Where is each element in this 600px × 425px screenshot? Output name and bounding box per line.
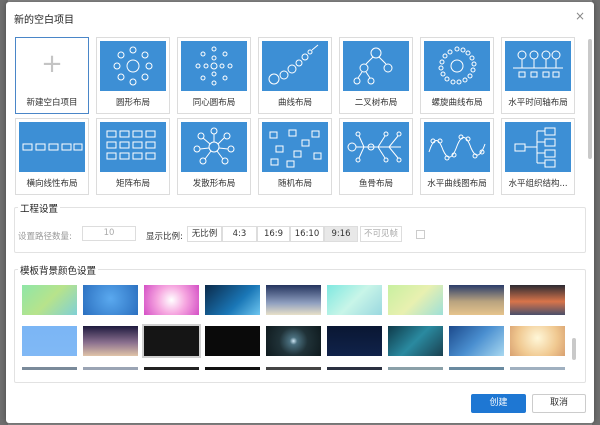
- dialog-title: 新的空白项目: [14, 15, 74, 26]
- background-swatch[interactable]: [388, 285, 443, 315]
- template-gallery: + 新建空白项目 圆形布局 同心圆布局 曲线布局 二叉树布局 螺旋曲线布局 水平…: [12, 35, 584, 195]
- create-button[interactable]: 创建: [471, 394, 526, 413]
- new-project-dialog: 新的空白项目 × + 新建空白项目 圆形布局 同心圆布局 曲线布局 二叉树布局 …: [6, 2, 594, 423]
- template-curve[interactable]: 曲线布局: [258, 37, 332, 114]
- template-thumb: +: [19, 41, 85, 91]
- project-settings-title: 工程设置: [18, 201, 61, 215]
- background-swatch[interactable]: [510, 285, 565, 315]
- horizontal-timeline-icon: [505, 41, 571, 91]
- ratio-option-none[interactable]: 无比例: [187, 226, 222, 242]
- close-icon[interactable]: ×: [575, 9, 585, 23]
- template-binary-tree[interactable]: 二叉树布局: [339, 37, 413, 114]
- ratio-option-16-9[interactable]: 16:9: [257, 226, 290, 242]
- template-label: 横向线性布局: [26, 179, 78, 189]
- template-label: 矩阵布局: [115, 179, 150, 189]
- background-swatch-partial[interactable]: [510, 367, 565, 370]
- cancel-button[interactable]: 取消: [532, 394, 586, 413]
- ratio-option-4-3[interactable]: 4:3: [222, 226, 257, 242]
- template-label: 随机布局: [277, 179, 312, 189]
- spiral-layout-icon: [424, 41, 490, 91]
- background-swatch[interactable]: [144, 285, 199, 315]
- concentric-layout-icon: [181, 41, 247, 91]
- template-horizontal-timeline[interactable]: 水平时间轴布局: [501, 37, 575, 114]
- background-swatch-partial[interactable]: [83, 367, 138, 370]
- plus-icon: +: [41, 49, 63, 79]
- ratio-option-16-10[interactable]: 16:10: [290, 226, 324, 242]
- path-depth-label: 设置路径数量:: [18, 232, 72, 242]
- template-horizontal-linear[interactable]: 横向线性布局: [15, 118, 89, 195]
- template-org-chart[interactable]: 水平组织结构...: [501, 118, 575, 195]
- ratio-label: 显示比例:: [146, 232, 183, 242]
- background-swatch[interactable]: [449, 326, 504, 356]
- background-swatch[interactable]: [327, 285, 382, 315]
- background-swatch[interactable]: [22, 326, 77, 356]
- template-spiral[interactable]: 螺旋曲线布局: [420, 37, 494, 114]
- fishbone-layout-icon: [343, 122, 409, 172]
- background-swatch-partial[interactable]: [144, 367, 199, 370]
- circular-layout-icon: [100, 41, 166, 91]
- template-label: 螺旋曲线布局: [431, 98, 483, 108]
- background-swatch[interactable]: [449, 285, 504, 315]
- invisible-frame-label: 不可见帧: [360, 226, 402, 242]
- template-label: 二叉树布局: [354, 98, 398, 108]
- background-swatch-partial[interactable]: [266, 367, 321, 370]
- matrix-layout-icon: [100, 122, 166, 172]
- template-label: 曲线布局: [277, 98, 312, 108]
- curve-layout-icon: [262, 41, 328, 91]
- background-swatch[interactable]: [266, 326, 321, 356]
- background-swatch-partial[interactable]: [205, 367, 260, 370]
- template-circular[interactable]: 圆形布局: [96, 37, 170, 114]
- background-swatch[interactable]: [327, 326, 382, 356]
- background-swatch[interactable]: [83, 285, 138, 315]
- background-swatch[interactable]: [22, 285, 77, 315]
- template-matrix[interactable]: 矩阵布局: [96, 118, 170, 195]
- background-swatch-partial[interactable]: [449, 367, 504, 370]
- template-horizontal-curve[interactable]: 水平曲线图布局: [420, 118, 494, 195]
- org-chart-icon: [505, 122, 571, 172]
- template-label: 发散形布局: [192, 179, 236, 189]
- template-label: 圆形布局: [115, 98, 150, 108]
- template-label: 水平时间轴布局: [508, 98, 568, 108]
- background-swatch-partial[interactable]: [22, 367, 77, 370]
- background-swatch-partial[interactable]: [327, 367, 382, 370]
- background-swatch[interactable]: [205, 285, 260, 315]
- template-random[interactable]: 随机布局: [258, 118, 332, 195]
- template-label: 同心圆布局: [192, 98, 236, 108]
- template-concentric[interactable]: 同心圆布局: [177, 37, 251, 114]
- radial-layout-icon: [181, 122, 247, 172]
- template-scrollbar[interactable]: [588, 39, 592, 159]
- invisible-frame-checkbox[interactable]: [416, 230, 425, 239]
- binary-tree-layout-icon: [343, 41, 409, 91]
- horizontal-curve-icon: [424, 122, 490, 172]
- background-swatch[interactable]: [266, 285, 321, 315]
- template-label: 新建空白项目: [26, 98, 78, 108]
- swatch-scrollbar[interactable]: [572, 338, 576, 360]
- background-swatch[interactable]: [83, 326, 138, 356]
- random-layout-icon: [262, 122, 328, 172]
- background-settings-title: 模板背景颜色设置: [18, 263, 99, 277]
- horizontal-linear-icon: [19, 122, 85, 172]
- background-swatch[interactable]: [388, 326, 443, 356]
- ratio-option-9-16[interactable]: 9:16: [324, 226, 358, 242]
- path-depth-input[interactable]: 10: [82, 226, 136, 241]
- template-fishbone[interactable]: 鱼骨布局: [339, 118, 413, 195]
- background-swatch[interactable]: [510, 326, 565, 356]
- template-radial[interactable]: 发散形布局: [177, 118, 251, 195]
- background-swatch[interactable]: [205, 326, 260, 356]
- template-label: 鱼骨布局: [358, 179, 393, 189]
- template-label: 水平组织结构...: [508, 179, 568, 189]
- template-blank[interactable]: + 新建空白项目: [15, 37, 89, 114]
- background-swatch-partial[interactable]: [388, 367, 443, 370]
- template-label: 水平曲线图布局: [427, 179, 487, 189]
- background-swatch[interactable]: [142, 324, 201, 358]
